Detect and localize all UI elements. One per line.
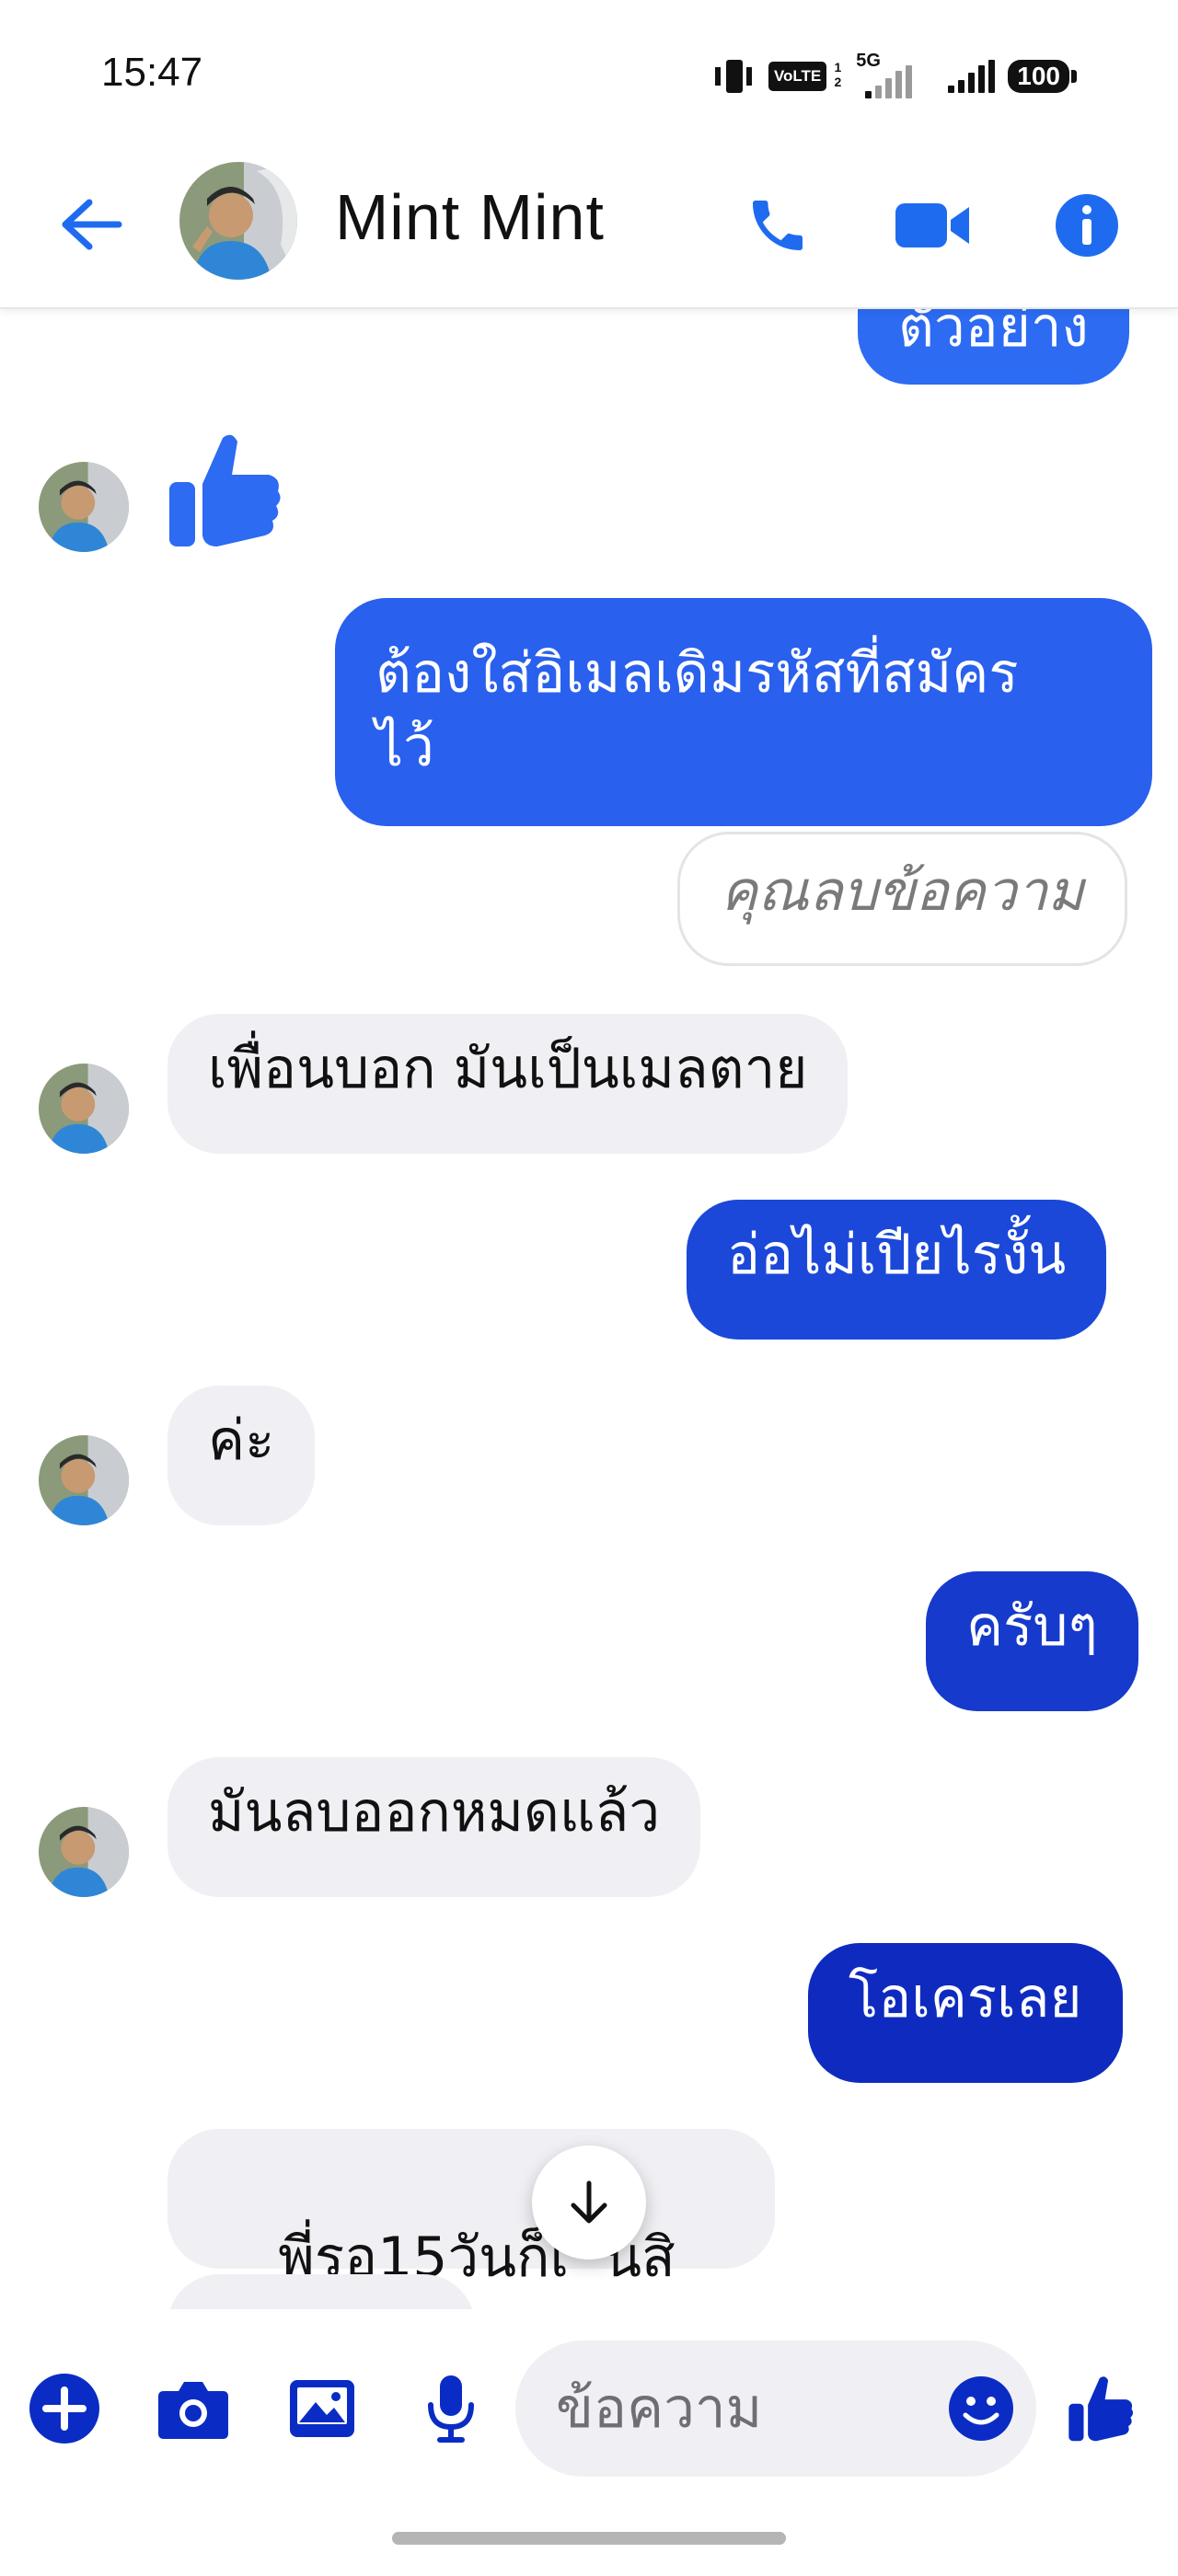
back-arrow-icon bbox=[62, 199, 122, 250]
video-camera-icon bbox=[895, 203, 969, 247]
message-text: โอเครเลย bbox=[849, 1966, 1082, 2030]
conversation-info-button[interactable] bbox=[1045, 184, 1128, 267]
smile-icon bbox=[949, 2376, 1013, 2441]
emoji-button[interactable] bbox=[939, 2366, 1023, 2451]
battery-icon: 100 bbox=[1008, 60, 1077, 93]
vibrate-icon bbox=[713, 58, 756, 95]
voice-message-button[interactable] bbox=[407, 2364, 495, 2453]
outgoing-message[interactable]: ครับๆ bbox=[926, 1571, 1138, 1711]
like-sticker[interactable] bbox=[166, 431, 283, 550]
home-indicator[interactable] bbox=[392, 2532, 786, 2545]
thumbs-up-icon bbox=[1068, 2376, 1134, 2442]
contact-avatar[interactable] bbox=[179, 162, 297, 280]
outgoing-message[interactable]: อ่อไม่เปียไรงั้น bbox=[687, 1200, 1107, 1340]
message-text: เพื่อนบอก มันเป็นเมลตาย bbox=[208, 1037, 808, 1101]
message-list[interactable]: ตัวอย่าง ต้องใส่อิเมลเดิมรหัสที่สมัคร ไว… bbox=[0, 309, 1178, 2309]
more-actions-button[interactable] bbox=[20, 2364, 109, 2453]
signal-strength-icon bbox=[948, 60, 996, 93]
gallery-button[interactable] bbox=[278, 2364, 366, 2453]
status-bar: 15:47 VoLTE 12 5G 100 bbox=[0, 0, 1178, 147]
message-text: ครับๆ bbox=[966, 1594, 1098, 1659]
phone-icon bbox=[753, 201, 803, 250]
outgoing-message[interactable]: ต้องใส่อิเมลเดิมรหัสที่สมัคร ไว้ bbox=[335, 598, 1152, 826]
video-call-button[interactable] bbox=[891, 184, 974, 267]
plus-icon bbox=[29, 2374, 99, 2444]
outgoing-message[interactable]: โอเครเลย bbox=[808, 1943, 1123, 2083]
image-icon bbox=[290, 2380, 354, 2437]
arrow-down-icon bbox=[571, 2180, 607, 2224]
sender-avatar[interactable] bbox=[39, 1435, 129, 1525]
info-icon bbox=[1056, 194, 1118, 257]
incoming-message[interactable]: เพื่อนบอก มันเป็นเมลตาย bbox=[167, 1014, 849, 1154]
message-text: มันลบออกหมดแล้ว bbox=[208, 1780, 661, 1845]
incoming-message-partial[interactable] bbox=[167, 2274, 475, 2309]
camera-button[interactable] bbox=[149, 2364, 237, 2453]
message-text: ค่ะ bbox=[208, 1409, 275, 1473]
incoming-message[interactable]: พี่รอ15วันก็เ นสิ bbox=[167, 2129, 775, 2290]
contact-name[interactable]: Mint Mint bbox=[335, 180, 605, 254]
message-text: อ่อไม่เปียไรงั้น bbox=[727, 1223, 1067, 1287]
volte-icon: VoLTE 12 bbox=[768, 60, 841, 91]
thumbs-up-icon bbox=[169, 434, 281, 546]
message-text: ตัวอย่าง bbox=[898, 309, 1089, 360]
sender-avatar[interactable] bbox=[39, 1064, 129, 1154]
sender-avatar[interactable] bbox=[39, 462, 129, 552]
incoming-message[interactable]: ค่ะ bbox=[167, 1386, 316, 1525]
message-text: ต้องใส่อิเมลเดิมรหัสที่สมัคร ไว้ bbox=[375, 641, 1019, 779]
sender-avatar[interactable] bbox=[39, 1807, 129, 1897]
scroll-to-bottom-button[interactable] bbox=[532, 2145, 646, 2260]
status-time: 15:47 bbox=[101, 50, 203, 95]
camera-icon bbox=[158, 2382, 228, 2439]
battery-level: 100 bbox=[1008, 60, 1069, 93]
deleted-message-text: คุณลบข้อความ bbox=[721, 859, 1084, 924]
incoming-message[interactable]: มันลบออกหมดแล้ว bbox=[167, 1757, 701, 1897]
status-icons: VoLTE 12 5G 100 bbox=[713, 51, 1077, 99]
outgoing-message[interactable]: ตัวอย่าง bbox=[858, 309, 1129, 385]
microphone-icon bbox=[428, 2375, 474, 2443]
send-like-button[interactable] bbox=[1057, 2364, 1145, 2453]
deleted-message: คุณลบข้อความ bbox=[677, 832, 1127, 966]
back-button[interactable] bbox=[53, 188, 127, 261]
voice-call-button[interactable] bbox=[736, 184, 819, 267]
message-composer bbox=[0, 2309, 1178, 2512]
conversation-header: Mint Mint bbox=[0, 147, 1178, 309]
signal-5g-icon: 5G bbox=[856, 51, 930, 98]
volte-label: VoLTE bbox=[773, 67, 822, 85]
sim-slot-label: 12 bbox=[834, 60, 842, 89]
